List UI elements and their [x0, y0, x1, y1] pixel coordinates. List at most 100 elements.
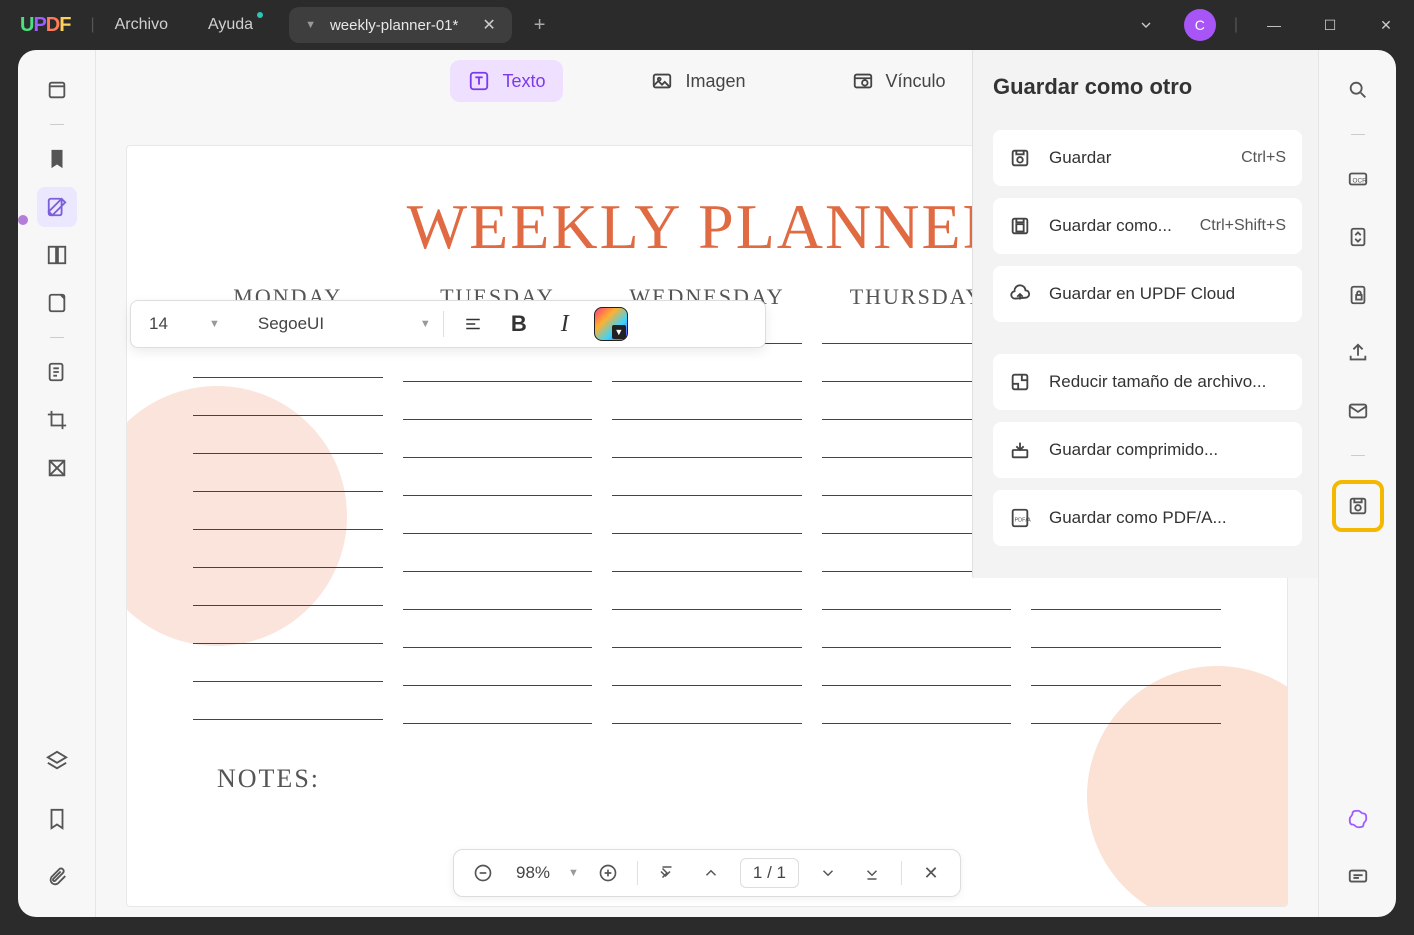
separator [901, 861, 902, 885]
font-family-select[interactable]: SegoeUI [258, 314, 408, 334]
font-family-dropdown-icon[interactable]: ▼ [420, 318, 431, 330]
cloud-icon [1009, 283, 1031, 305]
thumbnails-icon[interactable] [37, 70, 77, 110]
writing-line [612, 586, 802, 610]
close-tab-icon[interactable]: ✕ [482, 15, 495, 35]
save-item-pdfa[interactable]: PDF/A Guardar como PDF/A... [993, 490, 1302, 546]
user-avatar[interactable]: C [1184, 9, 1216, 41]
save-item-label: Guardar comprimido... [1049, 440, 1286, 460]
font-size-input[interactable] [149, 314, 197, 334]
link-icon [852, 70, 874, 92]
tab-dropdown-icon[interactable]: ▼ [305, 19, 316, 31]
svg-text:OCR: OCR [1352, 178, 1367, 185]
left-sidebar [18, 50, 96, 917]
ai-icon[interactable] [1338, 799, 1378, 839]
email-icon[interactable] [1338, 391, 1378, 431]
svg-text:PDF/A: PDF/A [1015, 518, 1032, 524]
writing-line [193, 544, 383, 568]
day-column-wednesday: WEDNESDAY [606, 284, 808, 748]
save-item-shortcut: Ctrl+S [1241, 149, 1286, 167]
crop-icon[interactable] [37, 400, 77, 440]
save-item-guardar[interactable]: Guardar Ctrl+S [993, 130, 1302, 186]
new-tab-button[interactable]: + [534, 14, 546, 37]
prev-page-button[interactable] [696, 858, 726, 888]
writing-line [403, 700, 593, 724]
writing-line [403, 396, 593, 420]
save-as-other-button-highlighted[interactable] [1332, 480, 1384, 532]
document-tab[interactable]: ▼ weekly-planner-01* ✕ [289, 7, 512, 43]
text-icon [468, 70, 490, 92]
comment-icon[interactable] [37, 235, 77, 275]
menu-archivo[interactable]: Archivo [95, 16, 188, 34]
writing-line [403, 472, 593, 496]
save-item-label: Guardar como PDF/A... [1049, 508, 1286, 528]
maximize-button[interactable]: ☐ [1302, 0, 1358, 50]
writing-line [193, 506, 383, 530]
next-page-button[interactable] [813, 858, 843, 888]
menu-ayuda-label: Ayuda [208, 16, 253, 33]
compress-icon [1009, 439, 1031, 461]
save-item-guardar-como[interactable]: Guardar como... Ctrl+Shift+S [993, 198, 1302, 254]
close-toolbar-button[interactable]: ✕ [916, 858, 946, 888]
menu-ayuda[interactable]: Ayuda [188, 16, 273, 34]
reader-icon[interactable] [37, 139, 77, 179]
attachment-icon[interactable] [37, 857, 77, 897]
image-icon [651, 70, 673, 92]
save-item-compressed[interactable]: Guardar comprimido... [993, 422, 1302, 478]
divider [50, 124, 64, 125]
font-color-button[interactable]: ▼ [594, 307, 628, 341]
recent-dropdown[interactable] [1118, 0, 1174, 50]
search-icon[interactable] [1338, 70, 1378, 110]
last-page-button[interactable] [857, 858, 887, 888]
zoom-dropdown-icon[interactable]: ▼ [568, 867, 579, 879]
font-size-dropdown-icon[interactable]: ▼ [209, 318, 220, 330]
writing-line [612, 396, 802, 420]
ribbon-texto-button[interactable]: Texto [450, 60, 563, 102]
align-left-button[interactable] [456, 307, 490, 341]
writing-line [612, 510, 802, 534]
italic-button[interactable]: I [548, 307, 582, 341]
day-column-monday: MONDAY Desayuno [187, 284, 389, 748]
share-icon[interactable] [1338, 333, 1378, 373]
first-page-button[interactable] [652, 858, 682, 888]
writing-line [822, 662, 1012, 686]
ribbon-vinculo-button[interactable]: Vínculo [834, 60, 964, 102]
minimize-button[interactable]: — [1246, 0, 1302, 50]
writing-line [403, 624, 593, 648]
writing-line [193, 430, 383, 454]
writing-line [1031, 624, 1221, 648]
divider [1351, 134, 1365, 135]
writing-line [822, 624, 1012, 648]
layers-icon[interactable] [37, 741, 77, 781]
page-tools-icon[interactable] [37, 283, 77, 323]
feedback-icon[interactable] [1338, 857, 1378, 897]
reduce-size-icon [1009, 371, 1031, 393]
text-properties-toolbar: ▼ SegoeUI ▼ B I ▼ [130, 300, 766, 348]
bookmark-icon[interactable] [37, 799, 77, 839]
edit-icon[interactable] [37, 187, 77, 227]
zoom-out-button[interactable] [468, 858, 498, 888]
redact-icon[interactable] [37, 448, 77, 488]
chevron-down-icon: ▼ [612, 325, 626, 339]
ribbon-imagen-button[interactable]: Imagen [633, 60, 763, 102]
save-item-cloud[interactable]: Guardar en UPDF Cloud [993, 266, 1302, 322]
bottom-control-bar: 98% ▼ 1 / 1 ✕ [453, 849, 961, 897]
writing-line [193, 620, 383, 644]
bold-button[interactable]: B [502, 307, 536, 341]
form-icon[interactable] [37, 352, 77, 392]
protect-icon[interactable] [1338, 275, 1378, 315]
writing-line [1031, 586, 1221, 610]
save-as-icon [1009, 215, 1031, 237]
save-item-reduce[interactable]: Reducir tamaño de archivo... [993, 354, 1302, 410]
zoom-in-button[interactable] [593, 858, 623, 888]
writing-line [612, 434, 802, 458]
marker-dot [18, 215, 28, 225]
page-indicator[interactable]: 1 / 1 [740, 858, 799, 888]
close-window-button[interactable]: ✕ [1358, 0, 1414, 50]
ocr-icon[interactable]: OCR [1338, 159, 1378, 199]
tab-title: weekly-planner-01* [330, 17, 458, 34]
writing-line [822, 586, 1012, 610]
ribbon-texto-label: Texto [502, 71, 545, 92]
convert-icon[interactable] [1338, 217, 1378, 257]
writing-line [612, 548, 802, 572]
